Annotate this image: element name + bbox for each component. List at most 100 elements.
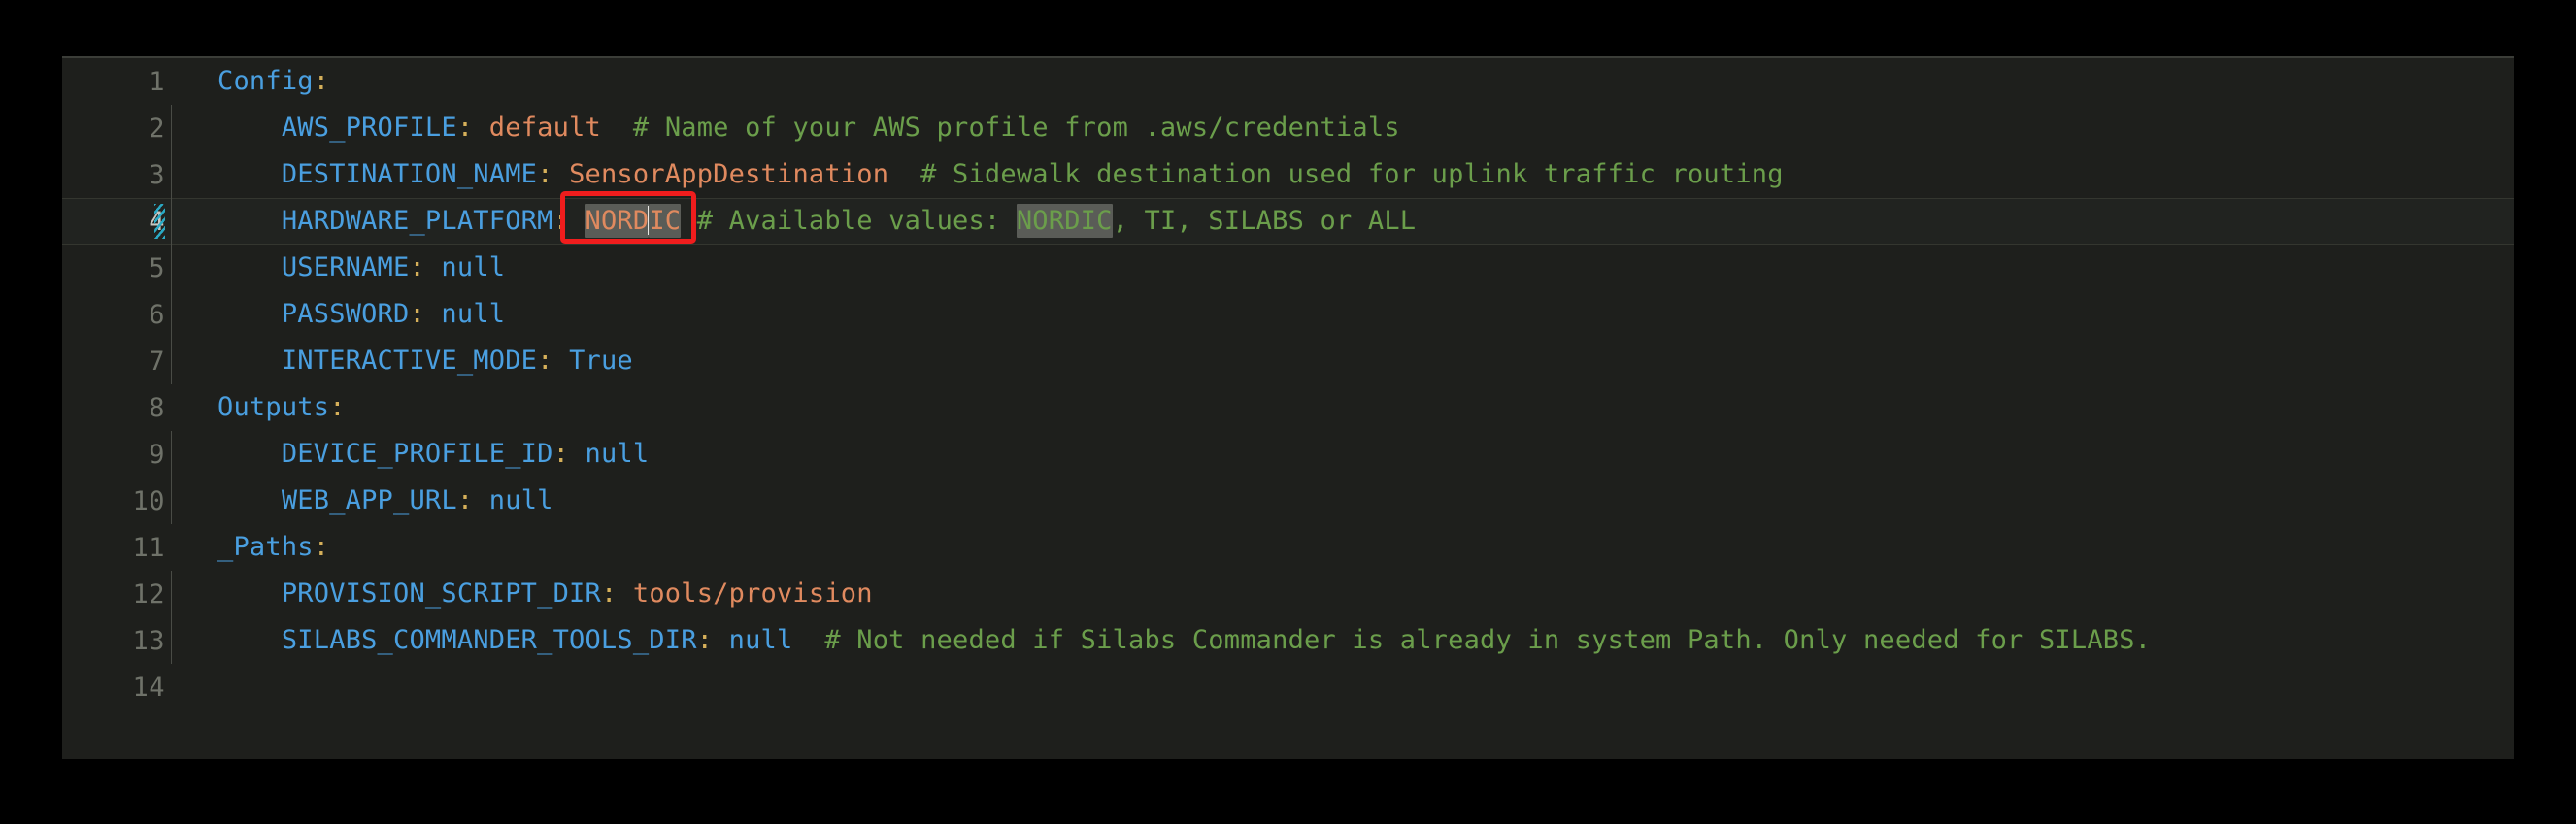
highlighted-word: NORD <box>585 204 650 238</box>
code-line-text[interactable]: WEB_APP_URL: null <box>171 478 553 524</box>
token-const: null <box>441 252 506 282</box>
token-key: PROVISION_SCRIPT_DIR <box>281 578 601 609</box>
line-gutter[interactable]: 10 <box>62 478 171 524</box>
code-line-text[interactable]: DESTINATION_NAME: SensorAppDestination #… <box>171 151 1784 198</box>
code-line[interactable]: 4 HARDWARE_PLATFORM: NORDIC # Available … <box>62 198 2514 245</box>
token-cmt: # Sidewalk destination used for uplink t… <box>920 159 1784 189</box>
token-key: HARDWARE_PLATFORM <box>281 206 553 236</box>
code-line[interactable]: 9 DEVICE_PROFILE_ID: null <box>62 431 2514 478</box>
token-cmt: , TI, SILABS or ALL <box>1112 206 1417 236</box>
code-editor[interactable]: 1 Config: 2 AWS_PROFILE: default # Name of… <box>62 56 2514 759</box>
line-gutter[interactable]: 4 <box>62 198 171 245</box>
code-line[interactable]: 6 PASSWORD: null <box>62 291 2514 338</box>
code-line-text[interactable]: Outputs: <box>171 384 346 431</box>
line-number: 14 <box>132 672 165 703</box>
code-line-text[interactable]: HARDWARE_PLATFORM: NORDIC # Available va… <box>171 198 1416 245</box>
token-key: Config <box>217 66 314 96</box>
code-line[interactable]: 1 Config: <box>62 58 2514 105</box>
code-line-text[interactable]: Config: <box>171 58 329 105</box>
code-line-text[interactable]: PASSWORD: null <box>171 291 505 338</box>
modified-line-marker-icon <box>154 204 165 239</box>
token-punct: : <box>537 159 553 189</box>
token-punct: : <box>409 299 425 329</box>
token-punct: : <box>552 439 570 469</box>
token-punct: : <box>329 392 346 422</box>
token-punct: : <box>409 252 425 282</box>
line-gutter[interactable]: 6 <box>62 291 171 338</box>
token-punct: : <box>313 532 330 562</box>
line-number: 10 <box>132 485 165 516</box>
code-line[interactable]: 11 _Paths: <box>62 524 2514 571</box>
line-gutter[interactable]: 7 <box>62 338 171 384</box>
code-line-text[interactable]: DEVICE_PROFILE_ID: null <box>171 431 649 478</box>
line-number: 3 <box>149 159 165 190</box>
line-gutter[interactable]: 3 <box>62 151 171 198</box>
code-line[interactable]: 3 DESTINATION_NAME: SensorAppDestination… <box>62 151 2514 198</box>
token-punct: : <box>696 625 714 655</box>
token-const: null <box>488 485 553 515</box>
code-line[interactable]: 8 Outputs: <box>62 384 2514 431</box>
line-gutter[interactable]: 13 <box>62 617 171 664</box>
token-punct: : <box>537 346 553 376</box>
code-line-text[interactable]: INTERACTIVE_MODE: True <box>171 338 633 384</box>
line-gutter[interactable]: 14 <box>62 664 171 710</box>
token-key: SILABS_COMMANDER_TOOLS_DIR <box>281 625 697 655</box>
line-gutter[interactable]: 2 <box>62 105 171 151</box>
code-line[interactable]: 14 <box>62 664 2514 710</box>
code-area[interactable]: 1 Config: 2 AWS_PROFILE: default # Name of… <box>62 58 2514 759</box>
code-line[interactable]: 10 WEB_APP_URL: null <box>62 478 2514 524</box>
screen: 1 Config: 2 AWS_PROFILE: default # Name of… <box>0 0 2576 824</box>
line-number: 1 <box>149 66 165 97</box>
line-gutter[interactable]: 5 <box>62 245 171 291</box>
token-punct: : <box>456 113 474 143</box>
code-line[interactable]: 5 USERNAME: null <box>62 245 2514 291</box>
code-line-text[interactable]: AWS_PROFILE: default # Name of your AWS … <box>171 105 1400 151</box>
line-gutter[interactable]: 11 <box>62 524 171 571</box>
line-gutter[interactable]: 12 <box>62 571 171 617</box>
code-line-text[interactable]: USERNAME: null <box>171 245 505 291</box>
code-line[interactable]: 13 SILABS_COMMANDER_TOOLS_DIR: null # No… <box>62 617 2514 664</box>
line-gutter[interactable]: 8 <box>62 384 171 431</box>
token-key: DESTINATION_NAME <box>281 159 538 189</box>
token-punct: : <box>456 485 474 515</box>
line-number: 6 <box>149 299 165 330</box>
token-key: WEB_APP_URL <box>281 485 457 515</box>
line-gutter[interactable]: 1 <box>62 58 171 105</box>
highlighted-word: IC <box>649 204 682 238</box>
token-key: _Paths <box>217 532 314 562</box>
line-number: 8 <box>149 392 165 423</box>
code-line-text[interactable]: SILABS_COMMANDER_TOOLS_DIR: null # Not n… <box>171 617 2151 664</box>
line-number: 11 <box>132 532 165 563</box>
token-str: SensorAppDestination <box>569 159 889 189</box>
token-punct: : <box>552 206 570 236</box>
line-number: 2 <box>149 113 165 144</box>
line-gutter[interactable]: 9 <box>62 431 171 478</box>
code-line[interactable]: 12 PROVISION_SCRIPT_DIR: tools/provision <box>62 571 2514 617</box>
token-const: null <box>728 625 793 655</box>
code-line[interactable]: 2 AWS_PROFILE: default # Name of your AW… <box>62 105 2514 151</box>
line-number: 12 <box>132 578 165 610</box>
code-line[interactable]: 7 INTERACTIVE_MODE: True <box>62 338 2514 384</box>
code-line-text[interactable]: _Paths: <box>171 524 329 571</box>
token-key: Outputs <box>217 392 330 422</box>
code-line-text[interactable]: PROVISION_SCRIPT_DIR: tools/provision <box>171 571 873 617</box>
